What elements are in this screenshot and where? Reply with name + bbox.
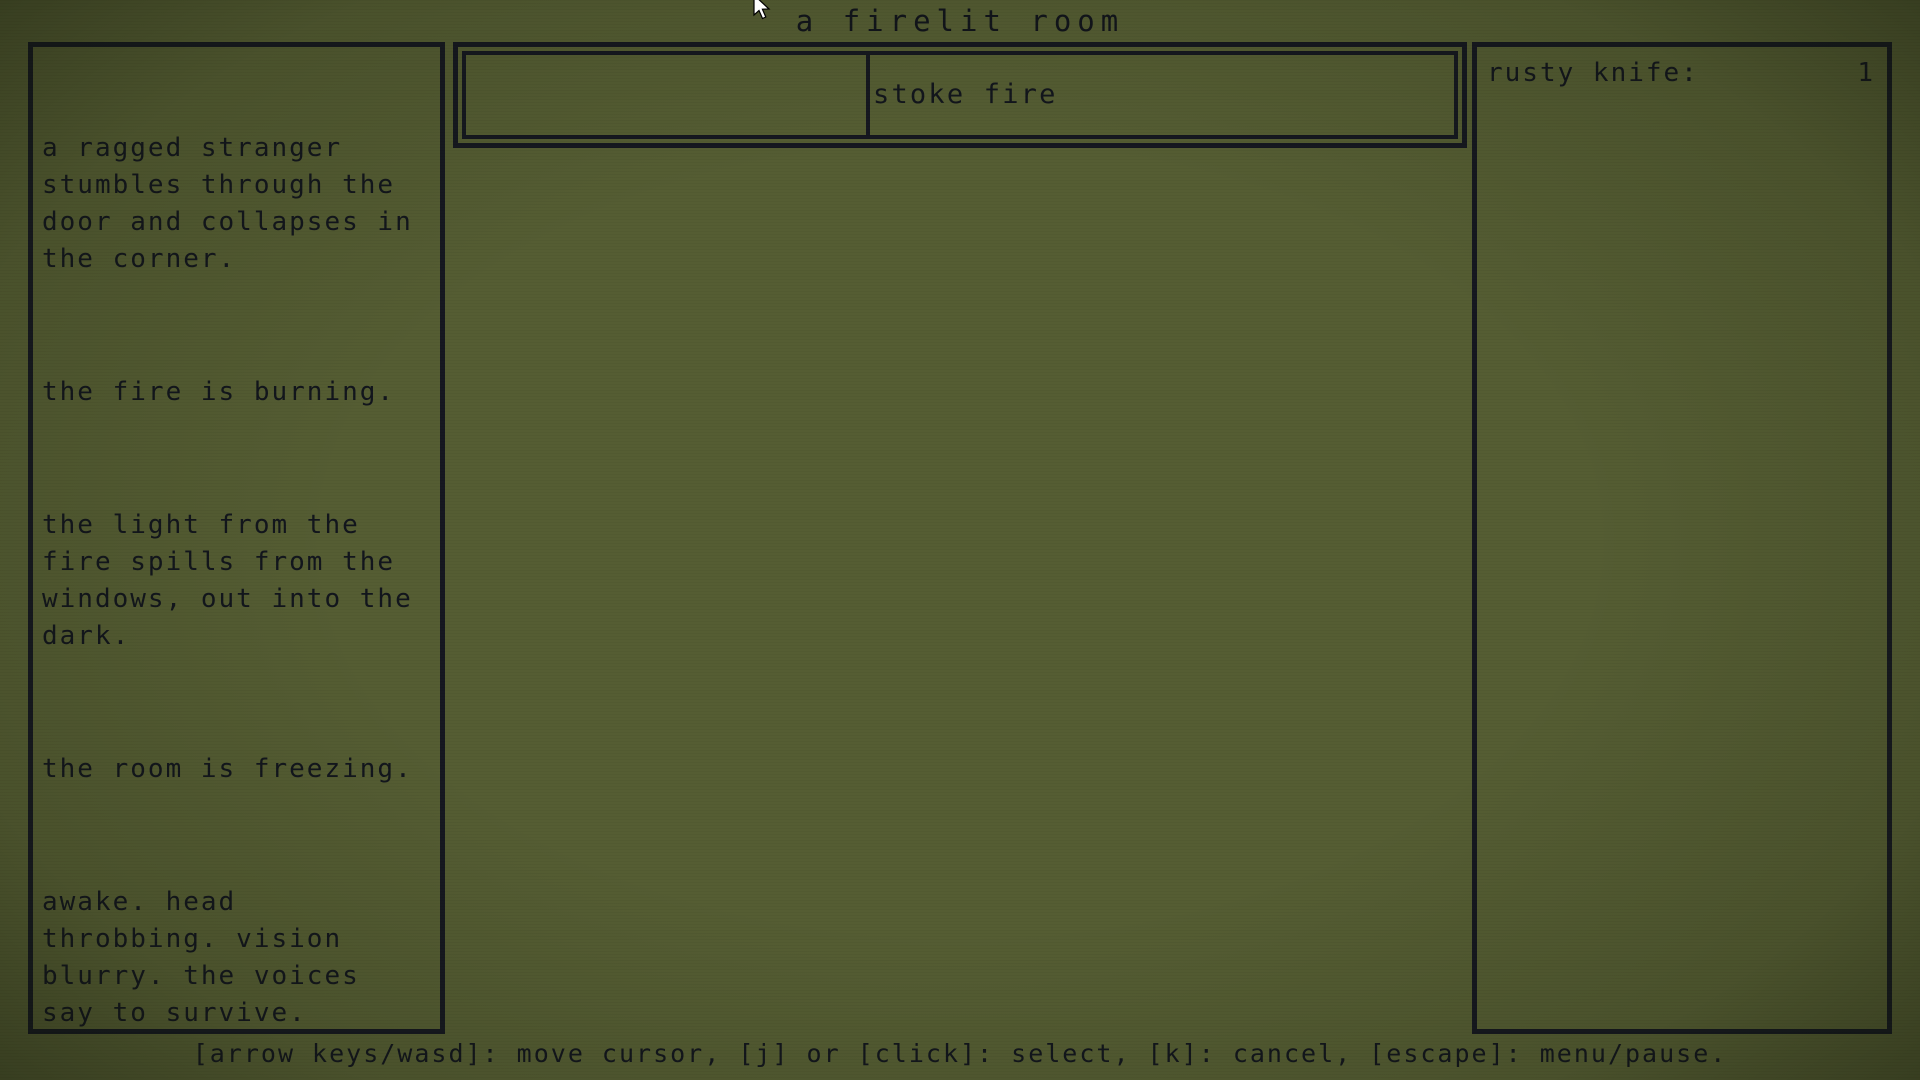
event-log: a ragged stranger stumbles through the d… [42, 56, 430, 1080]
stoke-fire-button-inner: stoke fire [462, 51, 1458, 139]
event-log-panel: a ragged stranger stumbles through the d… [28, 42, 445, 1034]
log-entry: the fire is burning. [42, 377, 396, 407]
inventory-item-name: rusty knife: [1487, 58, 1699, 88]
log-entry: the room is freezing. [42, 754, 413, 784]
stoke-fire-button[interactable]: stoke fire [453, 42, 1467, 148]
stoke-fire-label-wrap: stoke fire [870, 55, 1454, 135]
stoke-fire-cooldown-bar [466, 55, 870, 135]
action-panel: stoke fire [453, 42, 1467, 1034]
inventory-item-count: 1 [1857, 58, 1875, 88]
log-entry: awake. head throbbing. vision blurry. th… [42, 887, 378, 1028]
log-entry: a ragged stranger stumbles through the d… [42, 133, 431, 274]
inventory-panel: rusty knife: 1 [1472, 42, 1892, 1034]
log-entry: the light from the fire spills from the … [42, 510, 431, 651]
game-screen: a firelit room a ragged stranger stumble… [0, 0, 1920, 1080]
stoke-fire-label: stoke fire [873, 79, 1058, 110]
page-title: a firelit room [795, 4, 1125, 38]
inventory-row: rusty knife: 1 [1487, 55, 1875, 92]
help-bar: [arrow keys/wasd]: move cursor, [j] or [… [192, 1039, 1728, 1068]
